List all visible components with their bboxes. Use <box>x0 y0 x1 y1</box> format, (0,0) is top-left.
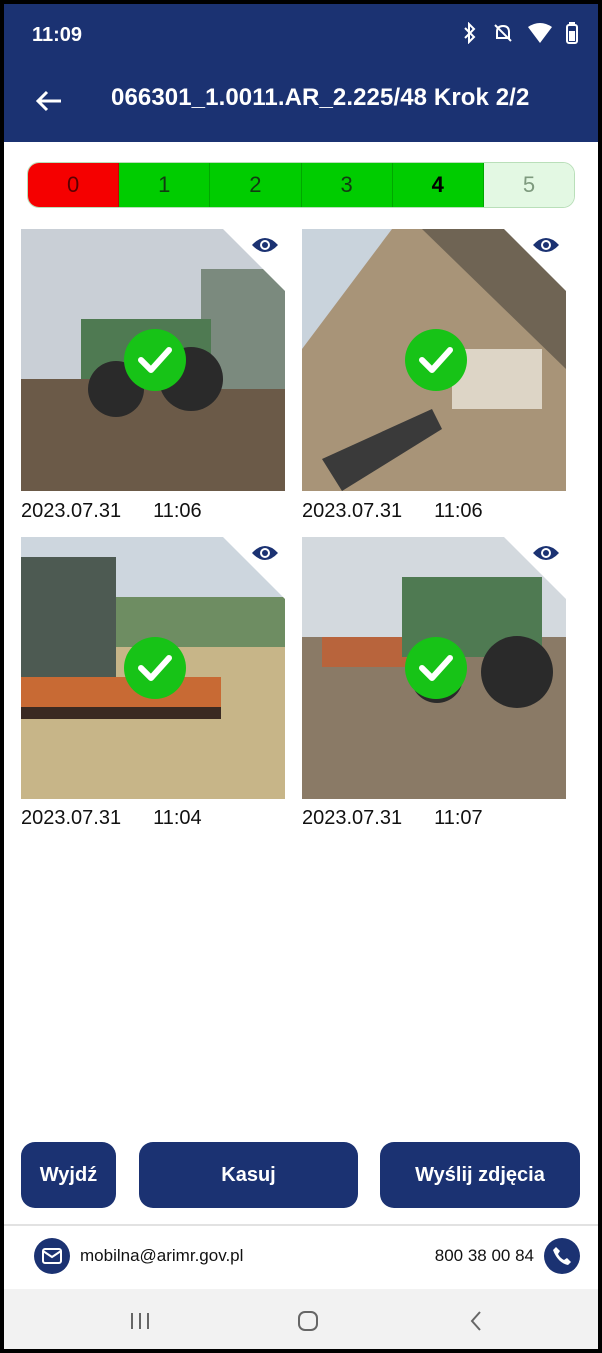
mail-icon <box>34 1238 70 1274</box>
photo-date: 2023.07.31 <box>302 500 403 522</box>
check-icon <box>124 637 186 699</box>
photo-time: 11:06 <box>153 500 202 522</box>
back-button[interactable] <box>32 84 66 118</box>
check-icon <box>405 329 467 391</box>
photo-thumbnail[interactable] <box>302 229 566 491</box>
recent-apps-button[interactable] <box>110 1301 170 1341</box>
step-2[interactable]: 2 <box>210 163 302 207</box>
phone-icon <box>544 1238 580 1274</box>
step-4-current[interactable]: 4 <box>392 163 484 207</box>
mute-icon <box>494 24 512 42</box>
eye-icon[interactable] <box>251 235 279 255</box>
email-address: mobilna@arimr.gov.pl <box>80 1246 244 1265</box>
step-1[interactable]: 1 <box>119 163 211 207</box>
status-icons <box>462 22 578 44</box>
photo-time: 11:06 <box>434 500 483 522</box>
check-icon <box>405 637 467 699</box>
system-back-button[interactable] <box>446 1301 506 1341</box>
system-nav-bar <box>0 1289 602 1353</box>
photo-thumbnail[interactable] <box>302 537 566 799</box>
step-indicator: 0 1 2 3 4 5 <box>27 162 575 208</box>
page-title: 066301_1.0011.AR_2.225/48 Krok 2/2 <box>111 84 530 111</box>
bluetooth-icon <box>464 22 476 44</box>
step-5[interactable]: 5 <box>483 163 574 207</box>
photo-time: 11:07 <box>434 807 483 829</box>
check-icon <box>124 329 186 391</box>
battery-icon <box>566 22 578 44</box>
eye-icon[interactable] <box>251 543 279 563</box>
photo-thumbnail[interactable] <box>21 537 285 799</box>
photo-date: 2023.07.31 <box>302 807 403 829</box>
phone-contact[interactable]: 800 38 00 84 <box>435 1236 580 1276</box>
send-photos-button[interactable]: Wyślij zdjęcia <box>380 1142 580 1208</box>
eye-icon[interactable] <box>532 235 560 255</box>
photo-date: 2023.07.31 <box>21 807 122 829</box>
photo-date: 2023.07.31 <box>21 500 122 522</box>
exit-button[interactable]: Wyjdź <box>21 1142 116 1208</box>
arrow-left-icon <box>35 90 61 112</box>
status-time: 11:09 <box>32 24 83 46</box>
wifi-icon <box>528 23 552 43</box>
chevron-left-icon <box>470 1311 481 1331</box>
app-header: 11:09 066301_1.0011.AR_2.225/48 Krok 2/2 <box>0 0 602 142</box>
eye-icon[interactable] <box>532 543 560 563</box>
photo-caption: 2023.07.31 11:07 <box>302 807 483 830</box>
photo-caption: 2023.07.31 11:04 <box>21 807 202 830</box>
photo-caption: 2023.07.31 11:06 <box>302 500 483 523</box>
step-3[interactable]: 3 <box>301 163 393 207</box>
home-button[interactable] <box>278 1301 338 1341</box>
footer-divider <box>0 1224 602 1226</box>
photo-thumbnail[interactable] <box>21 229 285 491</box>
photo-caption: 2023.07.31 11:06 <box>21 500 202 523</box>
recent-apps-icon <box>131 1313 149 1329</box>
phone-number: 800 38 00 84 <box>434 1246 534 1265</box>
home-icon <box>298 1311 318 1331</box>
delete-button[interactable]: Kasuj <box>139 1142 358 1208</box>
email-contact[interactable]: mobilna@arimr.gov.pl <box>34 1236 243 1276</box>
photo-time: 11:04 <box>153 807 202 829</box>
step-0[interactable]: 0 <box>28 163 120 207</box>
